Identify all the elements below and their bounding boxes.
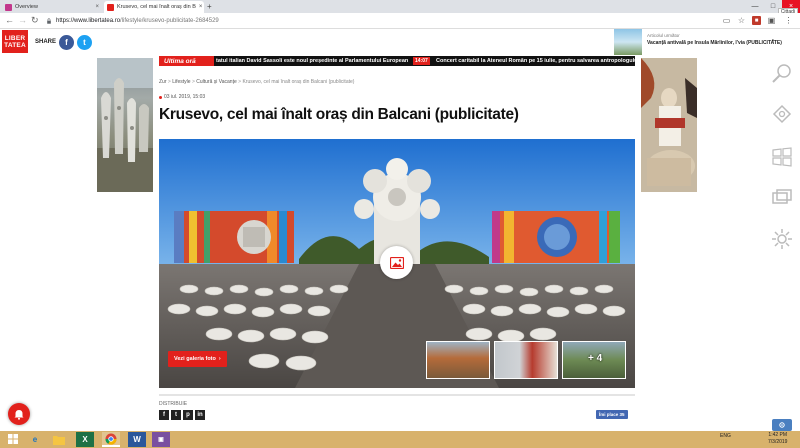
menu-icon[interactable]: ⋮ — [784, 16, 793, 25]
close-tab-icon[interactable]: × — [199, 4, 203, 10]
forward-icon[interactable]: → — [18, 15, 27, 25]
distribuie-label: DISTRIBUIE — [159, 401, 188, 407]
windows-start-icon[interactable] — [4, 432, 22, 447]
gallery-more-count[interactable]: + 4 — [588, 353, 602, 364]
ticker-item[interactable]: tatul italian David Sassoli este noul pr… — [216, 56, 408, 66]
linkedin-share-icon[interactable]: in — [195, 410, 205, 420]
close-tab-icon[interactable]: × — [95, 4, 99, 10]
ticker-item[interactable]: Concert caritabil la Ateneul Român pe 15… — [436, 56, 649, 66]
clock-date: 7/3/2019 — [768, 439, 788, 445]
extension-icon[interactable]: ▣ — [767, 16, 776, 25]
new-tab-button[interactable]: + — [207, 2, 212, 11]
url-bar[interactable]: https://www.libertatea.ro/lifestyle/krus… — [46, 15, 716, 26]
star-icon[interactable]: ☆ — [737, 16, 746, 25]
reload-icon[interactable]: ↻ — [31, 15, 39, 26]
chevron-right-icon: › — [218, 356, 221, 362]
next-article-kicker: Articolul următor — [647, 33, 680, 38]
next-article-thumbnail[interactable] — [614, 29, 642, 55]
folder-icon — [53, 435, 65, 445]
extension-icon[interactable]: ■ — [752, 16, 761, 25]
breadcrumb-item[interactable]: Lifestyle — [172, 79, 190, 85]
back-icon[interactable]: ← — [5, 15, 14, 25]
gamepad-icon[interactable] — [770, 102, 794, 126]
tab-favicon — [5, 3, 12, 11]
app-icon[interactable]: ▣ — [152, 432, 170, 447]
settings-icon[interactable] — [770, 227, 794, 251]
facebook-share-icon[interactable]: f — [59, 35, 74, 50]
excel-icon[interactable]: X — [76, 432, 94, 447]
logo-text-top: LIBER — [4, 34, 26, 42]
twitter-share-icon[interactable]: t — [77, 35, 92, 50]
minimize-icon[interactable]: — — [746, 0, 764, 13]
bell-icon — [14, 409, 24, 420]
gallery-thumbnail[interactable] — [426, 341, 490, 379]
facebook-like-button[interactable]: Îmi place 35 — [596, 410, 628, 419]
internet-explorer-icon[interactable]: e — [26, 432, 44, 447]
tab-overview[interactable]: Overview × — [2, 1, 102, 13]
tab-article[interactable]: Krusevo, cel mai înalt oraș din B × — [104, 1, 204, 13]
share-label: SHARE — [35, 39, 57, 45]
gear-icon — [779, 422, 785, 428]
article-title: Krusevo, cel mai înalt oraș din Balcani … — [159, 106, 519, 123]
notification-bell-button[interactable] — [8, 403, 30, 425]
photo-icon — [389, 256, 404, 269]
twitter-share-icon[interactable]: t — [171, 410, 181, 420]
facebook-share-icon[interactable]: f — [159, 410, 169, 420]
left-side-ad[interactable] — [97, 58, 153, 192]
screen-capture-icon[interactable] — [770, 186, 794, 210]
breadcrumb-item[interactable]: Cultură și Vacanțe — [196, 79, 236, 85]
date-dot-icon — [159, 95, 162, 99]
chrome-icon[interactable] — [102, 432, 120, 447]
site-logo[interactable]: LIBER TATEA — [2, 30, 28, 53]
taskbar-clock[interactable]: 1:42 PM 7/3/2019 — [768, 432, 787, 446]
search-icon[interactable] — [770, 62, 794, 86]
section-divider — [159, 394, 635, 396]
browser-tab-bar: Overview × Krusevo, cel mai înalt oraș d… — [0, 0, 800, 16]
pinterest-share-icon[interactable]: p — [183, 410, 193, 420]
view-gallery-label: Vezi galeria foto — [174, 356, 216, 362]
breadcrumb-current: Krusevo, cel mai înalt oraș din Balcani … — [242, 79, 355, 85]
right-side-ad[interactable] — [641, 58, 697, 192]
browser-toolbar: ← → ↻ https://www.libertatea.ro/lifestyl… — [0, 13, 800, 29]
open-gallery-button[interactable] — [380, 246, 413, 279]
tab-label: Overview — [15, 4, 38, 10]
next-article-arrow-icon[interactable]: › — [772, 38, 774, 44]
stone-pillars-image — [97, 58, 153, 192]
logo-text-bottom: TATEA — [4, 41, 26, 49]
tab-label: Krusevo, cel mai înalt oraș din B — [117, 4, 196, 10]
windows-icon[interactable] — [770, 145, 794, 169]
ticker-label: Ultima oră — [159, 56, 214, 66]
language-indicator[interactable]: ENG — [720, 433, 731, 439]
windows-taskbar — [0, 431, 800, 448]
publish-date: 03 iul. 2019, 15:03 — [159, 94, 205, 100]
publish-date-text: 03 iul. 2019, 15:03 — [164, 94, 206, 100]
view-gallery-button[interactable]: Vezi galeria foto › — [168, 351, 227, 367]
cast-icon[interactable]: ▭ — [722, 16, 731, 25]
gallery-thumbnail[interactable] — [494, 341, 558, 379]
folk-dancers-image — [641, 58, 697, 192]
tab-favicon — [107, 3, 114, 11]
chrome-logo-icon — [105, 433, 117, 445]
next-article-title[interactable]: Vacanță antivală pe Insula Mărlinilor, l… — [647, 40, 782, 46]
breadcrumb-item[interactable]: Zur — [159, 79, 167, 85]
file-explorer-icon[interactable] — [50, 432, 68, 447]
page-settings-button[interactable] — [772, 419, 792, 431]
breadcrumb: Zur > Lifestyle > Cultură și Vacanțe > K… — [159, 79, 354, 85]
url-host: https://www.libertatea.ro — [56, 17, 121, 24]
ticker-time: 14:07 — [413, 57, 430, 65]
clock-time: 1:42 PM — [768, 432, 788, 438]
url-path: /lifestyle/krusevo-publicitate-2684529 — [120, 17, 219, 24]
word-icon[interactable]: W — [128, 432, 146, 447]
lock-icon — [47, 17, 51, 24]
